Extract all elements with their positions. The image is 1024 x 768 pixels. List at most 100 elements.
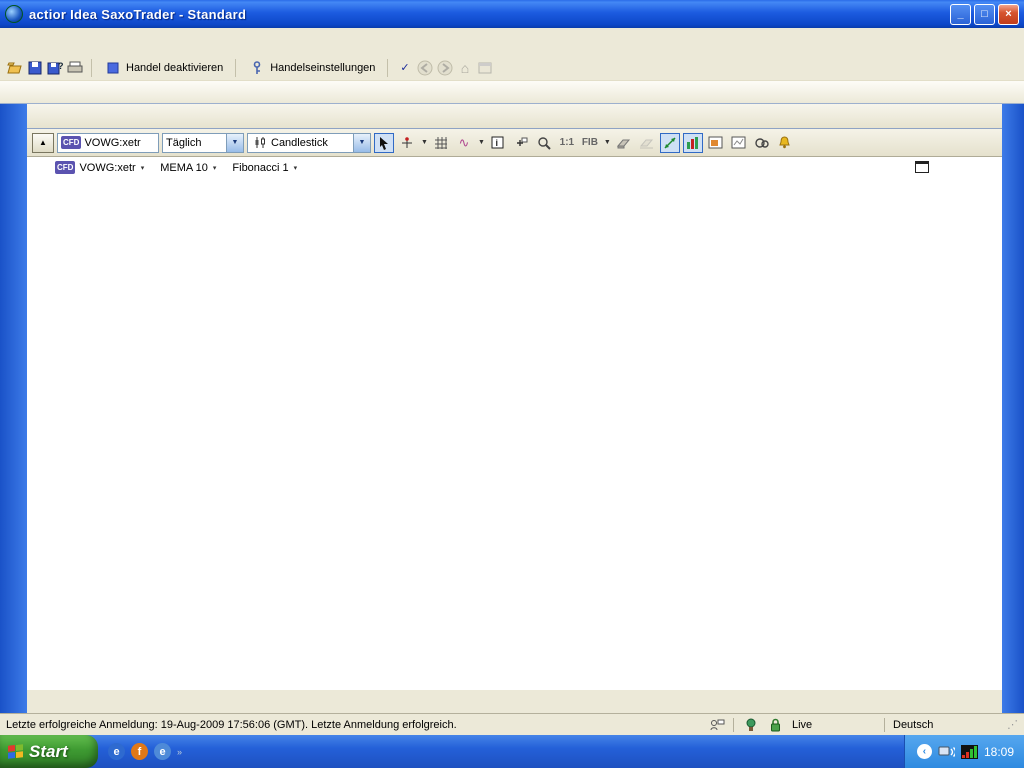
- cfd-badge-icon: CFD: [61, 136, 81, 149]
- firefox-quick-launch-icon[interactable]: f: [131, 743, 148, 760]
- window-frame-icon[interactable]: [476, 60, 493, 76]
- instrument-value: VOWG:xetr: [84, 137, 140, 149]
- chart-legend: CFD VOWG:xetr ▾ MEMA 10 ▾ Fibonacci 1 ▾: [55, 161, 297, 174]
- fibonacci-tool-button[interactable]: FIB: [580, 133, 600, 153]
- trade-disable-icon: [104, 60, 121, 76]
- app-logo-icon: [5, 5, 23, 23]
- tray-collapse-icon[interactable]: ‹: [917, 744, 932, 759]
- period-combo[interactable]: Täglich ▼: [162, 133, 244, 153]
- chevron-down-icon[interactable]: ▼: [604, 139, 611, 146]
- save-as-icon[interactable]: ?: [46, 60, 63, 76]
- minimize-button[interactable]: _: [950, 4, 971, 25]
- menu-bar: [0, 28, 1024, 55]
- chart-canvas: [27, 157, 1002, 690]
- start-button[interactable]: Start: [0, 735, 98, 768]
- status-separator: [733, 718, 734, 732]
- one-to-one-scale-button[interactable]: 1:1: [557, 133, 577, 153]
- legend-instrument[interactable]: CFD VOWG:xetr ▾: [55, 161, 144, 174]
- maximize-button[interactable]: □: [974, 4, 995, 25]
- cfd-badge-icon: CFD: [55, 161, 75, 174]
- zoom-tool-button[interactable]: [534, 133, 554, 153]
- status-separator: [884, 718, 885, 732]
- ie-quick-launch-icon[interactable]: e: [154, 743, 171, 760]
- language-indicator[interactable]: Deutsch: [893, 719, 999, 731]
- print-icon[interactable]: [66, 60, 83, 76]
- legend-ma[interactable]: MEMA 10 ▾: [160, 162, 216, 174]
- chevron-down-icon[interactable]: ▾: [213, 164, 217, 172]
- open-folder-icon[interactable]: [6, 60, 23, 76]
- chart-maximize-button[interactable]: [915, 161, 929, 173]
- legend-ma-label: MEMA 10: [160, 162, 208, 174]
- network-monitor-icon[interactable]: [938, 744, 955, 760]
- chart-type-combo[interactable]: Candlestick ▼: [247, 133, 371, 153]
- back-icon[interactable]: [416, 60, 433, 76]
- trade-disable-button[interactable]: Handel deaktivieren: [100, 59, 227, 77]
- main-toolbar: ? Handel deaktivieren Handelseinstellung…: [0, 55, 1024, 81]
- connection-mode: Live: [792, 719, 876, 731]
- key-icon: [248, 60, 265, 76]
- chevron-down-icon[interactable]: ▾: [141, 164, 145, 172]
- volume-level-icon[interactable]: [961, 745, 978, 759]
- svg-text:i: i: [496, 138, 499, 148]
- application-window: actior Idea SaxoTrader - Standard _ □ × …: [0, 0, 1024, 768]
- resize-grip[interactable]: ⋰: [1007, 718, 1018, 731]
- confirm-check-icon[interactable]: ✓: [396, 60, 413, 76]
- chart-toolbar: ▲ CFD VOWG:xetr Täglich ▼ Candlestick ▼ …: [27, 129, 1002, 157]
- close-button[interactable]: ×: [998, 4, 1019, 25]
- chart-type-value: Candlestick: [271, 137, 328, 149]
- ie-quick-launch-icon[interactable]: e: [108, 743, 125, 760]
- candlestick-icon: [251, 135, 268, 151]
- trade-disable-label: Handel deaktivieren: [126, 62, 223, 74]
- secure-lock-icon[interactable]: [767, 717, 784, 733]
- trade-settings-button[interactable]: Handelseinstellungen: [244, 59, 379, 77]
- grid-tool-button[interactable]: [431, 133, 451, 153]
- legend-instrument-label: VOWG:xetr: [79, 162, 135, 174]
- save-icon[interactable]: [26, 60, 43, 76]
- crosshair-tool-button[interactable]: [397, 133, 417, 153]
- annotation-tool-button[interactable]: [511, 133, 531, 153]
- status-text: Letzte erfolgreiche Anmeldung: 19-Aug-20…: [6, 719, 457, 731]
- instrument-combo[interactable]: CFD VOWG:xetr: [57, 133, 159, 153]
- toolbar-separator: [91, 59, 92, 77]
- chart-settings-button[interactable]: [706, 133, 726, 153]
- chevron-down-icon[interactable]: ▼: [226, 134, 243, 152]
- legend-fibonacci[interactable]: Fibonacci 1 ▾: [232, 162, 297, 174]
- info-tool-button[interactable]: i: [488, 133, 508, 153]
- home-icon[interactable]: ⌂: [456, 60, 473, 76]
- toolbar-separator: [387, 59, 388, 77]
- eraser-tool-button[interactable]: [614, 133, 634, 153]
- app-tab-bar: [0, 81, 1024, 104]
- status-bar: Letzte erfolgreiche Anmeldung: 19-Aug-20…: [0, 713, 1024, 735]
- chart-plot-area[interactable]: CFD VOWG:xetr ▾ MEMA 10 ▾ Fibonacci 1 ▾: [27, 157, 1002, 690]
- erase-all-tool-button[interactable]: [637, 133, 657, 153]
- trendline-tool-button[interactable]: [660, 133, 680, 153]
- trade-settings-label: Handelseinstellungen: [270, 62, 375, 74]
- taskbar: Start e f e » ‹ 18:09: [0, 735, 1024, 768]
- collapse-up-button[interactable]: ▲: [32, 133, 54, 153]
- period-value: Täglich: [166, 137, 201, 149]
- connection-globe-icon[interactable]: [742, 717, 759, 733]
- legend-fib-label: Fibonacci 1: [232, 162, 288, 174]
- chart-tab-bar: [27, 104, 1002, 129]
- taskbar-clock: 18:09: [984, 745, 1014, 759]
- forward-icon[interactable]: [436, 60, 453, 76]
- chevron-down-icon[interactable]: ▾: [294, 164, 298, 172]
- chevron-down-icon[interactable]: ▼: [353, 134, 370, 152]
- indicators-panel-button[interactable]: [683, 133, 703, 153]
- chevron-down-icon[interactable]: ▼: [421, 139, 428, 146]
- titlebar[interactable]: actior Idea SaxoTrader - Standard _ □ ×: [0, 0, 1024, 28]
- chat-status-icon[interactable]: [708, 717, 725, 733]
- toolbar-separator: [235, 59, 236, 77]
- indicator-wave-button[interactable]: ∿: [454, 133, 474, 153]
- alert-bell-icon[interactable]: [775, 133, 795, 153]
- chevron-down-icon[interactable]: ▼: [478, 139, 485, 146]
- window-title: actior Idea SaxoTrader - Standard: [29, 7, 947, 22]
- cursor-tool-button[interactable]: [374, 133, 394, 153]
- chart-template-button[interactable]: [729, 133, 749, 153]
- link-rings-icon[interactable]: [752, 133, 772, 153]
- right-dock-strip: [1002, 104, 1024, 735]
- news-ticker-row: [27, 690, 1002, 713]
- quick-launch-more-icon[interactable]: »: [177, 747, 182, 757]
- quick-launch: e f e »: [108, 743, 182, 760]
- left-dock-strip: [0, 104, 27, 735]
